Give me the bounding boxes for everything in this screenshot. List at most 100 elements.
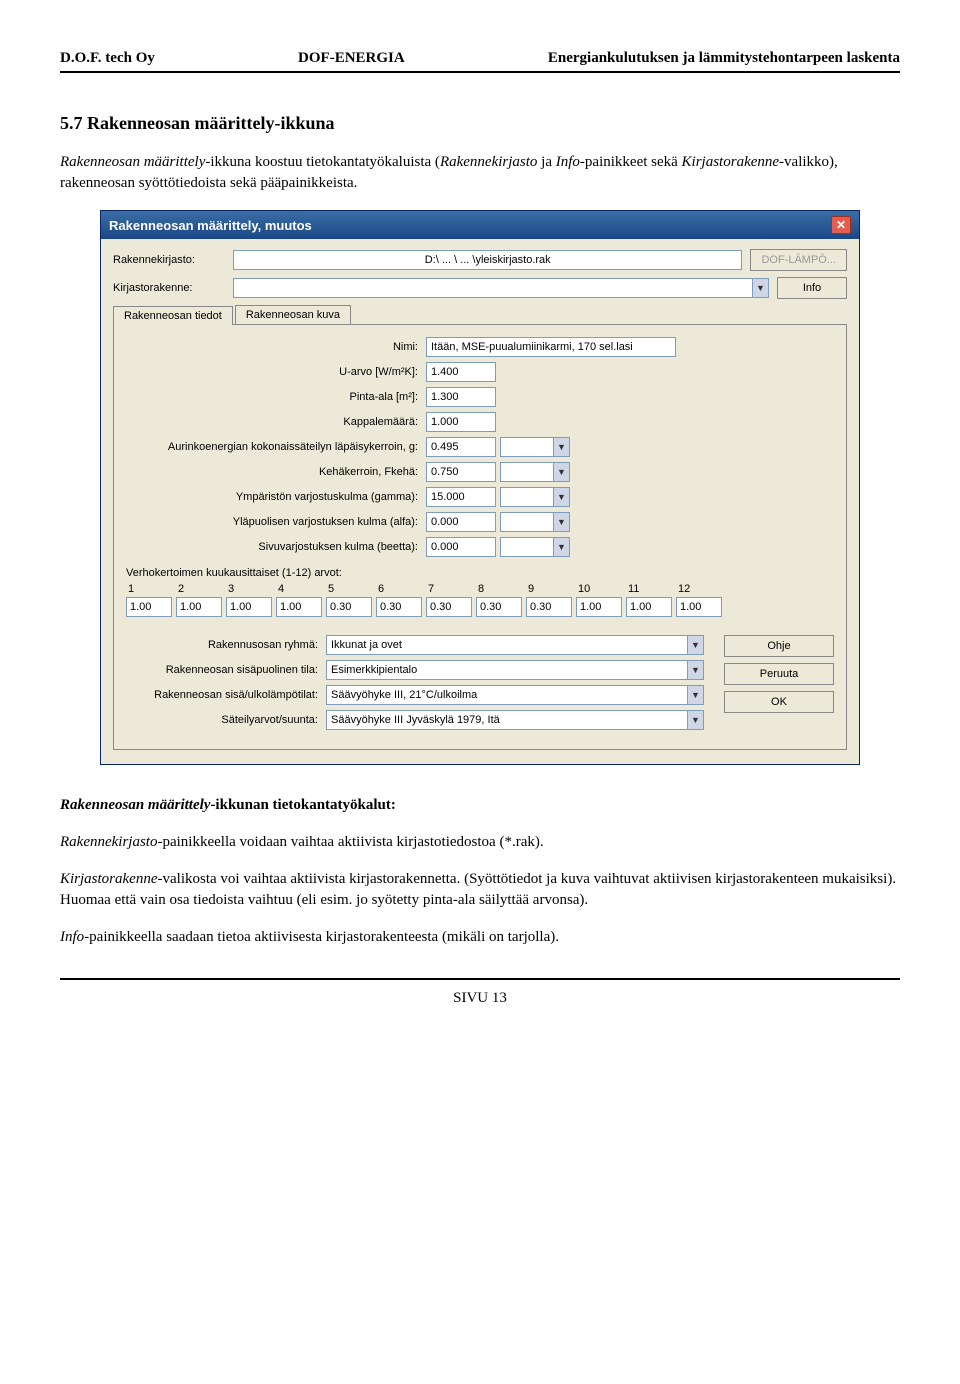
input-alfa[interactable] bbox=[426, 512, 496, 532]
combo-beetta[interactable]: ▼ bbox=[500, 537, 570, 557]
para-kirjastorakenne: Kirjastorakenne-valikosta voi vaihtaa ak… bbox=[60, 869, 900, 911]
document-header: D.O.F. tech Oy DOF-ENERGIA Energiankulut… bbox=[60, 50, 900, 67]
combo-gamma[interactable]: ▼ bbox=[500, 487, 570, 507]
label-beetta: Sivuvarjostuksen kulma (beetta): bbox=[126, 541, 426, 553]
text: Info bbox=[556, 154, 580, 170]
chevron-down-icon: ▼ bbox=[553, 463, 569, 481]
month-header: 3 bbox=[226, 583, 272, 595]
text: Kirjastorakenne bbox=[682, 154, 780, 170]
chevron-down-icon: ▼ bbox=[553, 488, 569, 506]
month-header: 11 bbox=[626, 583, 672, 595]
combo-sisatila[interactable]: Esimerkkipientalo▼ bbox=[326, 660, 704, 680]
close-icon[interactable]: ✕ bbox=[831, 216, 851, 234]
peruuta-button[interactable]: Peruuta bbox=[724, 663, 834, 685]
combo-g[interactable]: ▼ bbox=[500, 437, 570, 457]
input-pintaala[interactable] bbox=[426, 387, 496, 407]
label-nimi: Nimi: bbox=[126, 341, 426, 353]
month-input[interactable] bbox=[326, 597, 372, 617]
month-input[interactable] bbox=[426, 597, 472, 617]
month-header: 12 bbox=[676, 583, 722, 595]
month-input[interactable] bbox=[176, 597, 222, 617]
month-input[interactable] bbox=[576, 597, 622, 617]
info-button[interactable]: Info bbox=[777, 277, 847, 299]
input-gamma[interactable] bbox=[426, 487, 496, 507]
input-beetta[interactable] bbox=[426, 537, 496, 557]
tab-tiedot[interactable]: Rakenneosan tiedot bbox=[113, 306, 233, 325]
label-verhokerroin: Verhokertoimen kuukausittaiset (1-12) ar… bbox=[126, 567, 834, 579]
chevron-down-icon: ▼ bbox=[553, 513, 569, 531]
label-sateily: Säteilyarvot/suunta: bbox=[126, 714, 326, 726]
month-input[interactable] bbox=[526, 597, 572, 617]
text: ja bbox=[537, 154, 555, 170]
label-gamma: Ympäristön varjostuskulma (gamma): bbox=[126, 491, 426, 503]
month-input[interactable] bbox=[126, 597, 172, 617]
month-input[interactable] bbox=[476, 597, 522, 617]
text: -valikosta voi vaihtaa aktiivista kirjas… bbox=[60, 871, 896, 908]
input-uarvo[interactable] bbox=[426, 362, 496, 382]
input-fkeha[interactable] bbox=[426, 462, 496, 482]
month-col: 1 bbox=[126, 583, 172, 617]
month-header: 7 bbox=[426, 583, 472, 595]
para-rakennekirjasto: Rakennekirjasto-painikkeella voidaan vai… bbox=[60, 832, 900, 853]
header-center: DOF-ENERGIA bbox=[298, 50, 405, 67]
month-header: 10 bbox=[576, 583, 622, 595]
text: -painikkeella saadaan tietoa aktiivisest… bbox=[84, 929, 559, 945]
month-col: 4 bbox=[276, 583, 322, 617]
label-uarvo: U-arvo [W/m²K]: bbox=[126, 366, 426, 378]
label-alfa: Yläpuolisen varjostuksen kulma (alfa): bbox=[126, 516, 426, 528]
month-col: 12 bbox=[676, 583, 722, 617]
para-info: Info-painikkeella saadaan tietoa aktiivi… bbox=[60, 927, 900, 948]
text: -painikkeet sekä bbox=[580, 154, 682, 170]
combo-sateily[interactable]: Säävyöhyke III Jyväskylä 1979, Itä ▼ bbox=[326, 710, 704, 730]
month-input[interactable] bbox=[676, 597, 722, 617]
tab-kuva[interactable]: Rakenneosan kuva bbox=[235, 305, 351, 324]
header-left: D.O.F. tech Oy bbox=[60, 50, 155, 67]
month-col: 3 bbox=[226, 583, 272, 617]
month-header: 6 bbox=[376, 583, 422, 595]
ok-button[interactable]: OK bbox=[724, 691, 834, 713]
month-col: 8 bbox=[476, 583, 522, 617]
text: -painikkeella voidaan vaihtaa aktiivista… bbox=[157, 834, 543, 850]
input-kpl[interactable] bbox=[426, 412, 496, 432]
combo-value: Säävyöhyke III, 21°C/ulkoilma bbox=[331, 689, 477, 701]
section-heading: 5.7 Rakenneosan määrittely-ikkuna bbox=[60, 113, 900, 134]
header-right: Energiankulutuksen ja lämmitystehontarpe… bbox=[548, 50, 900, 67]
rakennekirjasto-path[interactable]: D:\ ... \ ... \yleiskirjasto.rak bbox=[233, 250, 742, 270]
chevron-down-icon: ▼ bbox=[687, 711, 703, 729]
month-input[interactable] bbox=[226, 597, 272, 617]
month-header: 2 bbox=[176, 583, 222, 595]
month-input[interactable] bbox=[626, 597, 672, 617]
dof-lampo-button[interactable]: DOF-LÄMPÖ... bbox=[750, 249, 847, 271]
input-nimi[interactable] bbox=[426, 337, 676, 357]
month-col: 7 bbox=[426, 583, 472, 617]
label-rakennekirjasto: Rakennekirjasto: bbox=[113, 254, 233, 266]
chevron-down-icon: ▼ bbox=[553, 438, 569, 456]
text: Rakenneosan määrittely bbox=[60, 797, 210, 813]
month-input[interactable] bbox=[276, 597, 322, 617]
label-g: Aurinkoenergian kokonaissäteilyn läpäisy… bbox=[126, 441, 426, 453]
text: -ikkunan tietokantatyökalut: bbox=[210, 797, 395, 813]
label-pintaala: Pinta-ala [m²]: bbox=[126, 391, 426, 403]
subheading-tietokantatyokalut: Rakenneosan määrittely-ikkunan tietokant… bbox=[60, 795, 900, 816]
combo-alfa[interactable]: ▼ bbox=[500, 512, 570, 532]
text: Rakennekirjasto bbox=[60, 834, 157, 850]
combo-ryhma[interactable]: Ikkunat ja ovet▼ bbox=[326, 635, 704, 655]
month-input[interactable] bbox=[376, 597, 422, 617]
month-col: 9 bbox=[526, 583, 572, 617]
month-col: 2 bbox=[176, 583, 222, 617]
month-col: 10 bbox=[576, 583, 622, 617]
footer-rule bbox=[60, 978, 900, 980]
month-col: 6 bbox=[376, 583, 422, 617]
kirjastorakenne-combo[interactable]: ▼ bbox=[233, 278, 769, 298]
input-g[interactable] bbox=[426, 437, 496, 457]
combo-value: Säävyöhyke III Jyväskylä 1979, Itä bbox=[331, 714, 500, 726]
page-footer: SIVU 13 bbox=[60, 990, 900, 1007]
month-col: 5 bbox=[326, 583, 372, 617]
label-kirjastorakenne: Kirjastorakenne: bbox=[113, 282, 233, 294]
combo-fkeha[interactable]: ▼ bbox=[500, 462, 570, 482]
text: Kirjastorakenne bbox=[60, 871, 158, 887]
chevron-down-icon: ▼ bbox=[752, 279, 768, 297]
intro-paragraph: Rakenneosan määrittely-ikkuna koostuu ti… bbox=[60, 152, 900, 194]
combo-sisaulko[interactable]: Säävyöhyke III, 21°C/ulkoilma▼ bbox=[326, 685, 704, 705]
ohje-button[interactable]: Ohje bbox=[724, 635, 834, 657]
